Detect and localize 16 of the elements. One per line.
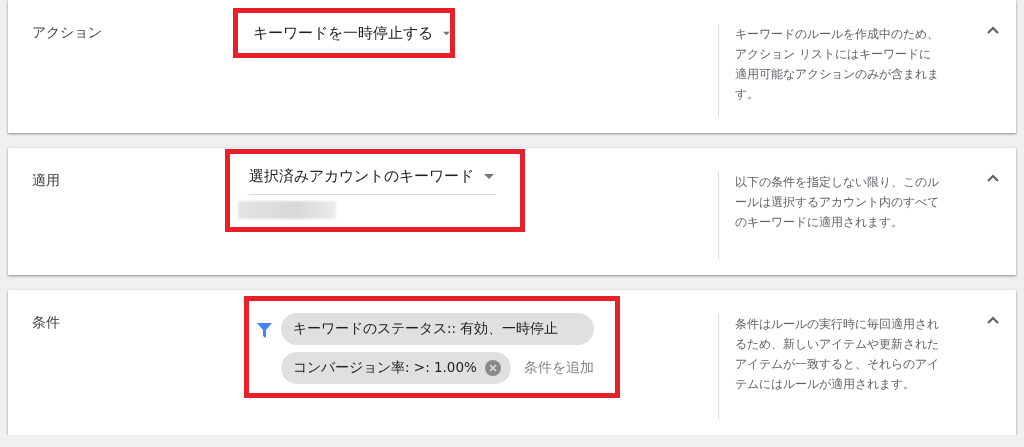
section-description: キーワードのルールを作成中のため、アクション リストにはキーワードに適用可能なアクションのみが含まれます。 [735, 27, 939, 101]
condition-chip[interactable]: キーワードのステータス:: 有効、一時停止 [281, 313, 594, 345]
section-description: 条件はルールの実行時に毎回適用されるため、新しいアイテムや更新されたアイテムが一致すると、それらのアイテムにはルールが適用されます。 [735, 317, 939, 391]
remove-icon[interactable] [484, 360, 501, 376]
condition-chip[interactable]: コンバージョン率: >: 1.00% [281, 352, 511, 384]
chevron-up-icon[interactable] [987, 174, 999, 182]
section-description: 以下の条件を指定しない限り、このルールは選択するアカウント内のすべてのキーワードに適用されます。 [735, 175, 939, 229]
section-label: 条件 [32, 314, 60, 330]
dropdown-caret-icon [484, 174, 494, 179]
add-condition-link[interactable]: 条件を追加 [523, 359, 594, 377]
chevron-up-icon[interactable] [987, 316, 999, 324]
section-label: 適用 [32, 172, 60, 188]
chevron-up-icon[interactable] [987, 26, 999, 34]
dropdown-caret-icon [443, 30, 450, 36]
section-label: アクション [32, 24, 102, 40]
filter-icon [257, 323, 272, 338]
